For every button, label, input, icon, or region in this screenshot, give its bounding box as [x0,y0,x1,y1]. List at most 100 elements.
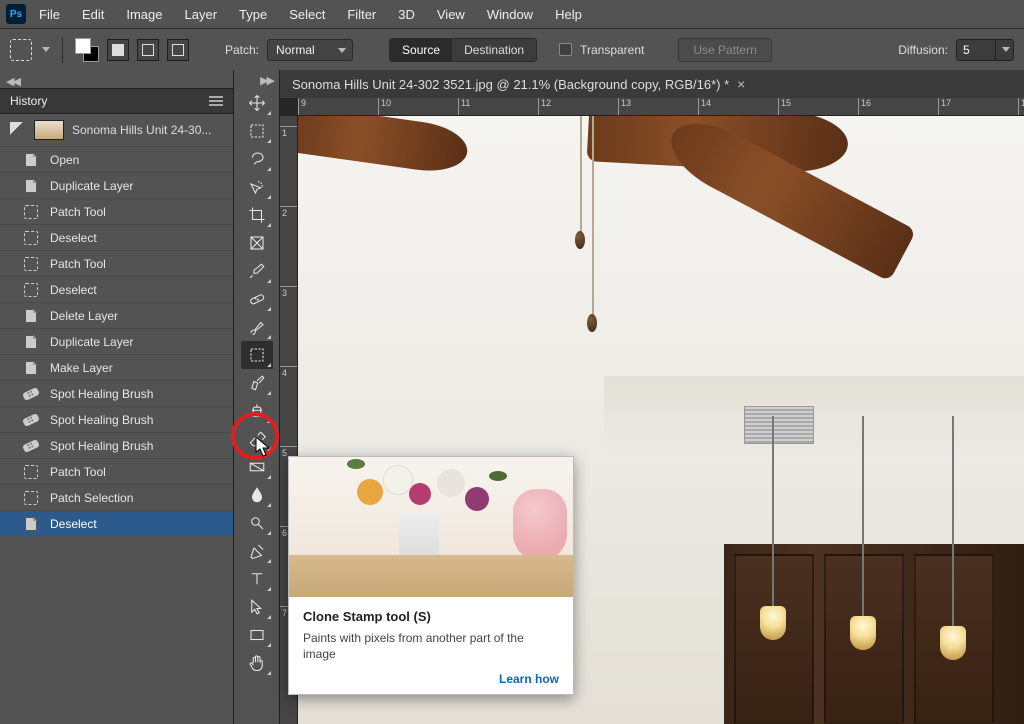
ruler-tick: 1 [280,126,297,138]
chevron-down-icon [1002,47,1010,52]
menu-window[interactable]: Window [478,3,542,26]
dash-icon [22,463,40,481]
diffusion-stepper[interactable] [996,39,1014,61]
brush-tool[interactable] [241,313,273,341]
history-item[interactable]: Make Layer [0,354,233,380]
ruler-horizontal[interactable]: 9101112131415161718 [298,98,1024,116]
history-item-label: Spot Healing Brush [50,413,153,427]
dash-icon [22,255,40,273]
tooltip-learn-link[interactable]: Learn how [289,672,573,694]
tooltip-preview-image [289,457,573,597]
history-item[interactable]: Patch Selection [0,484,233,510]
menu-filter[interactable]: Filter [338,3,385,26]
menu-3d[interactable]: 3D [389,3,424,26]
doc-icon [22,359,40,377]
lasso-tool[interactable] [241,145,273,173]
ruler-tick: 12 [538,98,551,115]
menu-select[interactable]: Select [280,3,334,26]
selection-mode-add[interactable] [137,39,159,61]
history-item[interactable]: Open [0,146,233,172]
tooltip-description: Paints with pixels from another part of … [303,630,559,662]
panel-collapse-row: ◀◀ [0,70,233,88]
healing-brush-tool[interactable] [241,285,273,313]
hand-tool[interactable] [241,649,273,677]
ruler-tick: 4 [280,366,297,378]
source-destination-toggle: Source Destination [389,38,537,62]
history-item[interactable]: Deselect [0,224,233,250]
history-item[interactable]: Spot Healing Brush [0,380,233,406]
diffusion-input[interactable]: 5 [956,39,996,61]
quick-select-tool[interactable] [241,173,273,201]
destination-button[interactable]: Destination [452,39,536,61]
history-item-label: Deselect [50,517,97,531]
menu-layer[interactable]: Layer [176,3,227,26]
history-item[interactable]: Patch Tool [0,198,233,224]
collapse-right-icon[interactable]: ▶▶ [260,74,273,87]
history-panel-header: History [0,88,233,114]
menu-type[interactable]: Type [230,3,276,26]
history-item-label: Duplicate Layer [50,335,133,349]
dash-icon [22,281,40,299]
ruler-tick: 9 [298,98,306,115]
transparent-checkbox[interactable] [559,43,572,56]
menu-image[interactable]: Image [117,3,171,26]
clone-stamp-tool[interactable] [241,397,273,425]
close-tab-icon[interactable]: × [737,76,745,92]
doc-icon [22,515,40,533]
tools-panel: ▶▶ [234,70,280,724]
menu-help[interactable]: Help [546,3,591,26]
options-bar: Patch: Normal Source Destination Transpa… [0,28,1024,70]
type-tool[interactable] [241,565,273,593]
history-item[interactable]: Duplicate Layer [0,172,233,198]
selection-mode-new[interactable] [107,39,129,61]
panel-menu-icon[interactable] [209,96,223,106]
tool-preset-dropdown-icon[interactable] [42,47,50,52]
menu-bar: Ps File Edit Image Layer Type Select Fil… [0,0,1024,28]
source-button[interactable]: Source [390,39,452,61]
move-tool[interactable] [241,89,273,117]
history-panel-title: History [10,94,47,108]
patch-mode-select[interactable]: Normal [267,39,353,61]
dodge-tool[interactable] [241,509,273,537]
marquee-tool[interactable] [241,117,273,145]
selection-mode-subtract[interactable] [167,39,189,61]
document-tab[interactable]: Sonoma Hills Unit 24-302 3521.jpg @ 21.1… [292,76,745,92]
history-brush-tool[interactable] [241,369,273,397]
patch-tool[interactable] [241,341,273,369]
history-item-label: Deselect [50,283,97,297]
bandage-icon [22,437,40,455]
menu-file[interactable]: File [30,3,69,26]
menu-view[interactable]: View [428,3,474,26]
history-item[interactable]: Duplicate Layer [0,328,233,354]
ruler-tick: 13 [618,98,631,115]
color-swatch[interactable] [75,38,99,62]
crop-tool[interactable] [241,201,273,229]
history-item[interactable]: Spot Healing Brush [0,432,233,458]
history-item-label: Spot Healing Brush [50,439,153,453]
pen-tool[interactable] [241,537,273,565]
history-item[interactable]: Deselect [0,510,233,536]
history-item[interactable]: Patch Tool [0,250,233,276]
history-item[interactable]: Deselect [0,276,233,302]
path-select-tool[interactable] [241,593,273,621]
rectangle-tool[interactable] [241,621,273,649]
collapse-left-icon[interactable]: ◀◀ [6,75,19,88]
ruler-tick: 10 [378,98,391,115]
history-brush-icon [10,122,26,138]
menu-edit[interactable]: Edit [73,3,113,26]
history-item-label: Open [50,153,79,167]
doc-icon [22,333,40,351]
active-tool-icon[interactable] [10,39,32,61]
history-item-label: Delete Layer [50,309,118,323]
history-document-row[interactable]: Sonoma Hills Unit 24-30... [0,114,233,146]
history-item-label: Patch Selection [50,491,133,505]
history-item[interactable]: Spot Healing Brush [0,406,233,432]
history-item[interactable]: Delete Layer [0,302,233,328]
history-item[interactable]: Patch Tool [0,458,233,484]
blur-tool[interactable] [241,481,273,509]
history-doc-name: Sonoma Hills Unit 24-30... [72,123,211,137]
frame-tool[interactable] [241,229,273,257]
ruler-tick: 18 [1018,98,1024,115]
ruler-tick: 14 [698,98,711,115]
eyedropper-tool[interactable] [241,257,273,285]
